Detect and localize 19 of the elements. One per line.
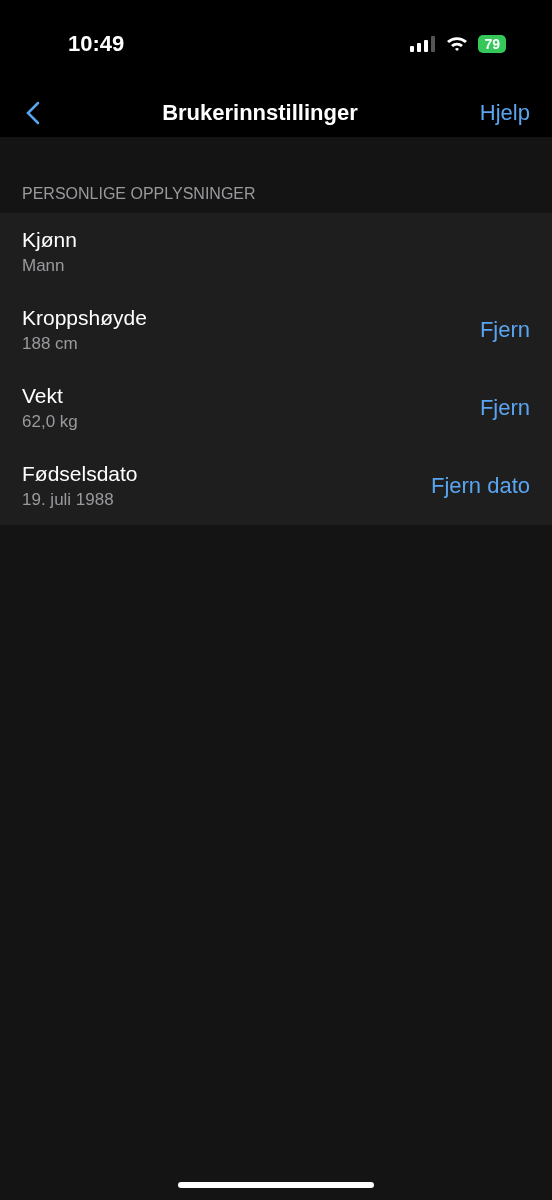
remove-link[interactable]: Fjern (479, 395, 530, 421)
page-title: Brukerinnstillinger (162, 99, 358, 126)
signal-icon (410, 36, 437, 52)
setting-value: 62,0 kg (22, 412, 78, 432)
help-link[interactable]: Hjelp (479, 99, 530, 126)
back-icon[interactable] (26, 100, 40, 125)
remove-link[interactable]: Fjern (479, 317, 530, 343)
setting-label: Fødselsdato (22, 462, 138, 486)
setting-value: 19. juli 1988 (22, 490, 115, 510)
section-header: PERSONLIGE OPPLYSNINGER (21, 184, 257, 204)
setting-value: 188 cm (22, 334, 79, 354)
setting-label: Kjønn (22, 228, 77, 252)
wifi-icon (446, 36, 469, 52)
remove-link[interactable]: Fjern dato (430, 473, 530, 499)
status-time: 10:49 (68, 31, 125, 57)
setting-label: Vekt (22, 384, 64, 408)
setting-value: Mann (22, 256, 66, 276)
setting-label: Kroppshøyde (22, 306, 147, 330)
battery-level: 79 (478, 35, 506, 53)
